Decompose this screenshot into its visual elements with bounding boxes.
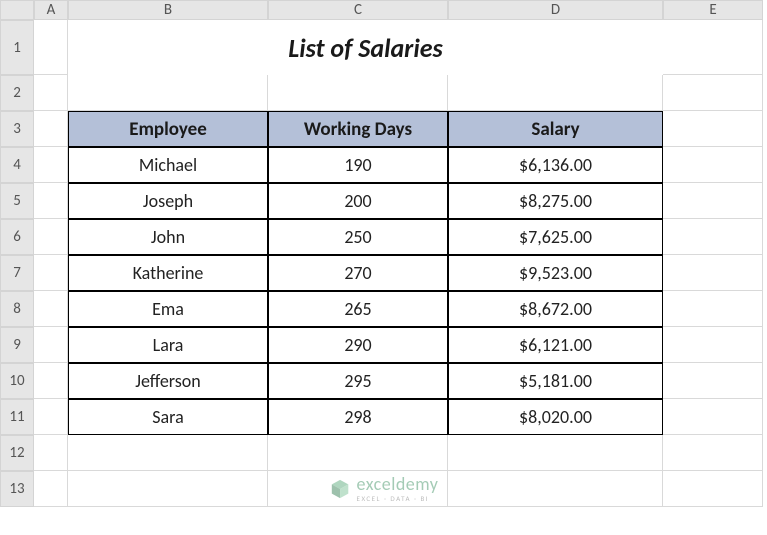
cell-E12[interactable] (663, 435, 763, 471)
row-header-9[interactable]: 9 (0, 327, 34, 363)
row-header-1[interactable]: 1 (0, 20, 34, 75)
row-header-4[interactable]: 4 (0, 147, 34, 183)
cell-E13[interactable] (663, 471, 763, 507)
table-header-employee[interactable]: Employee (68, 111, 268, 147)
table-row[interactable]: Ema (68, 291, 268, 327)
cell-E10[interactable] (663, 363, 763, 399)
cell-A8[interactable] (34, 291, 68, 327)
table-row[interactable]: $8,275.00 (448, 183, 663, 219)
table-row[interactable]: $8,672.00 (448, 291, 663, 327)
row-header-10[interactable]: 10 (0, 363, 34, 399)
table-row[interactable]: Katherine (68, 255, 268, 291)
cell-A11[interactable] (34, 399, 68, 435)
cell-D12[interactable] (448, 435, 663, 471)
table-row[interactable]: Michael (68, 147, 268, 183)
select-all-corner[interactable] (0, 0, 34, 20)
table-row[interactable]: $8,020.00 (448, 399, 663, 435)
cell-E7[interactable] (663, 255, 763, 291)
table-row[interactable]: 265 (268, 291, 448, 327)
cell-E5[interactable] (663, 183, 763, 219)
row-header-11[interactable]: 11 (0, 399, 34, 435)
cell-A6[interactable] (34, 219, 68, 255)
table-row[interactable]: $9,523.00 (448, 255, 663, 291)
cell-A7[interactable] (34, 255, 68, 291)
cell-C12[interactable] (268, 435, 448, 471)
row-header-12[interactable]: 12 (0, 435, 34, 471)
row-header-7[interactable]: 7 (0, 255, 34, 291)
table-row[interactable]: $5,181.00 (448, 363, 663, 399)
cell-D13[interactable] (448, 471, 663, 507)
cell-E4[interactable] (663, 147, 763, 183)
col-header-C[interactable]: C (268, 0, 448, 20)
cell-A4[interactable] (34, 147, 68, 183)
table-row[interactable]: 290 (268, 327, 448, 363)
spreadsheet-grid: A B C D E 1 2 3 4 5 6 7 8 9 10 11 12 13 … (0, 0, 767, 507)
col-header-E[interactable]: E (663, 0, 763, 20)
cell-E6[interactable] (663, 219, 763, 255)
table-row[interactable]: 298 (268, 399, 448, 435)
cell-A9[interactable] (34, 327, 68, 363)
table-row[interactable]: Joseph (68, 183, 268, 219)
cell-B13[interactable] (68, 471, 268, 507)
cell-E3[interactable] (663, 111, 763, 147)
col-header-B[interactable]: B (68, 0, 268, 20)
table-header-salary[interactable]: Salary (448, 111, 663, 147)
row-header-3[interactable]: 3 (0, 111, 34, 147)
cell-E8[interactable] (663, 291, 763, 327)
cell-A5[interactable] (34, 183, 68, 219)
col-header-D[interactable]: D (448, 0, 663, 20)
row-header-6[interactable]: 6 (0, 219, 34, 255)
row-header-13[interactable]: 13 (0, 471, 34, 507)
cell-A1[interactable] (34, 20, 68, 75)
cell-E11[interactable] (663, 399, 763, 435)
table-row[interactable]: 270 (268, 255, 448, 291)
cell-A12[interactable] (34, 435, 68, 471)
table-row[interactable]: $7,625.00 (448, 219, 663, 255)
table-row[interactable]: $6,121.00 (448, 327, 663, 363)
cell-C13[interactable] (268, 471, 448, 507)
table-row[interactable]: 200 (268, 183, 448, 219)
cell-B2[interactable] (68, 75, 268, 111)
table-row[interactable]: Jefferson (68, 363, 268, 399)
table-row[interactable]: 250 (268, 219, 448, 255)
cell-E2[interactable] (663, 75, 763, 111)
table-row[interactable]: 295 (268, 363, 448, 399)
table-row[interactable]: 190 (268, 147, 448, 183)
row-header-5[interactable]: 5 (0, 183, 34, 219)
cell-C2[interactable] (268, 75, 448, 111)
table-row[interactable]: Lara (68, 327, 268, 363)
table-row[interactable]: Sara (68, 399, 268, 435)
cell-A2[interactable] (34, 75, 68, 111)
cell-D2[interactable] (448, 75, 663, 111)
table-header-working-days[interactable]: Working Days (268, 111, 448, 147)
cell-E1[interactable] (663, 20, 763, 75)
cell-A3[interactable] (34, 111, 68, 147)
cell-B12[interactable] (68, 435, 268, 471)
table-row[interactable]: John (68, 219, 268, 255)
col-header-A[interactable]: A (34, 0, 68, 20)
row-header-8[interactable]: 8 (0, 291, 34, 327)
cell-E9[interactable] (663, 327, 763, 363)
table-row[interactable]: $6,136.00 (448, 147, 663, 183)
cell-A10[interactable] (34, 363, 68, 399)
page-title[interactable]: List of Salaries (68, 20, 663, 75)
cell-A13[interactable] (34, 471, 68, 507)
row-header-2[interactable]: 2 (0, 75, 34, 111)
